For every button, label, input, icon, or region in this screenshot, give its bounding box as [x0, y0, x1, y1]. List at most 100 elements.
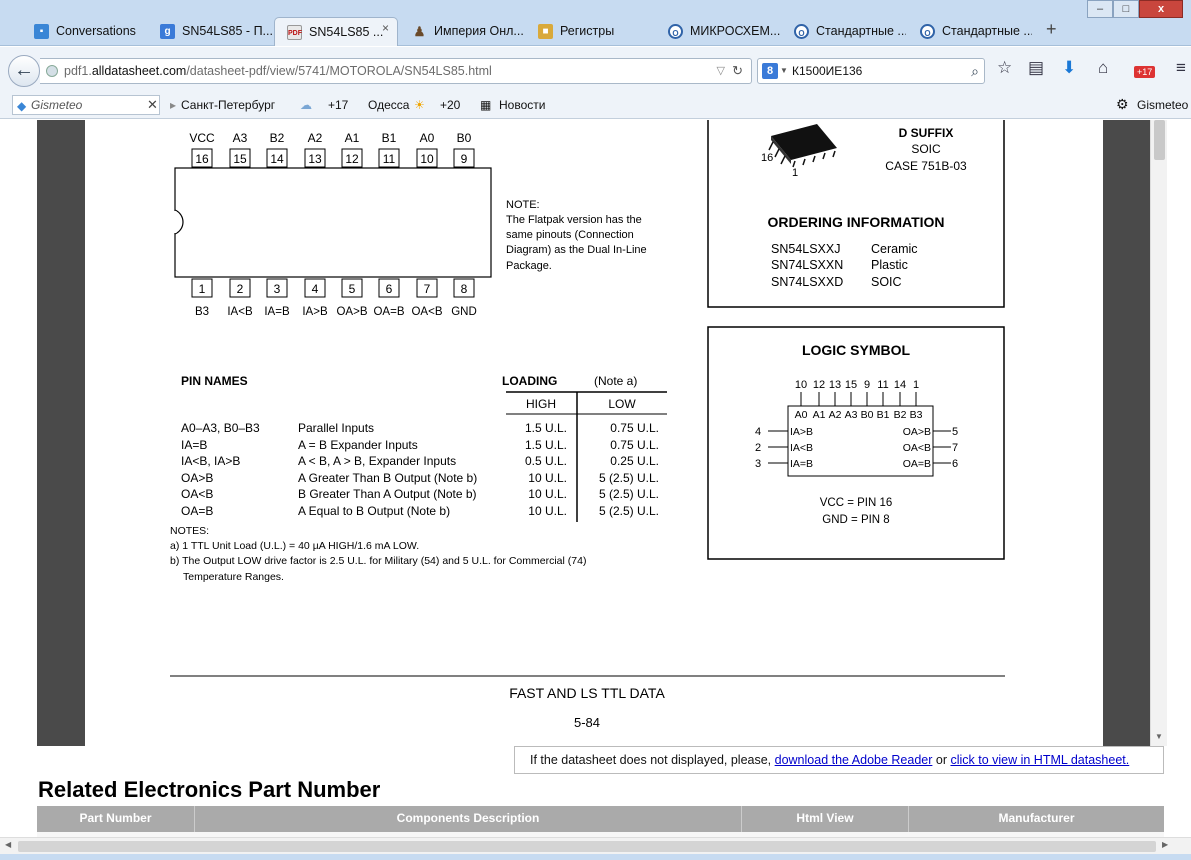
tab-conversations[interactable]: ▪ Conversations — [22, 17, 146, 46]
search-value: К1500ИЕ136 — [792, 64, 863, 78]
svg-text:IA>B: IA>B — [790, 426, 813, 438]
tab-sn54ls85-google[interactable]: g SN54LS85 - П... — [148, 17, 272, 46]
figure-icon: ♟ — [413, 24, 426, 39]
pdf-viewer[interactable]: 16 15 14 13 12 11 10 9 VCC A3 B2 A2 A1 B… — [37, 120, 1167, 746]
horizontal-scrollbar[interactable]: ◀ ▶ — [0, 837, 1191, 854]
svg-text:A2: A2 — [829, 409, 842, 421]
tab-registry[interactable]: ■ Регистры — [526, 17, 650, 46]
svg-text:B3: B3 — [910, 409, 923, 421]
tab-label: Регистры — [560, 24, 615, 38]
pin-label: OA>B — [336, 306, 367, 318]
tab-label: Стандартные ... — [942, 24, 1032, 38]
bookmark-gismeteo[interactable]: Gismeteo — [1137, 98, 1188, 112]
pin-label: OA<B — [411, 306, 442, 318]
ordering-title: ORDERING INFORMATION — [767, 214, 944, 230]
url-prefix: pdf1. — [64, 64, 92, 78]
chevron-down-icon[interactable]: ▼ — [780, 59, 788, 83]
scroll-thumb[interactable] — [18, 841, 1156, 852]
menu-icon[interactable]: ≡ — [1176, 58, 1186, 78]
pin-number: 9 — [461, 152, 468, 166]
bookmark-odessa-temp[interactable]: +20 — [440, 98, 460, 112]
back-button[interactable]: ← — [8, 55, 40, 87]
tab-label: Империя Онл... — [434, 24, 524, 38]
close-tab-icon[interactable]: × — [382, 21, 389, 35]
chevron-down-icon[interactable]: ▽ — [717, 59, 725, 83]
search-icon[interactable]: ⌕ — [971, 59, 979, 83]
notification-badge[interactable]: +17 — [1134, 66, 1156, 78]
pin-row-high: 10 U.L. — [528, 487, 567, 501]
tab-microchem[interactable]: O МИКРОСХЕМ... — [656, 17, 780, 46]
bookmark-news[interactable]: Новости — [499, 98, 545, 112]
pin-row-desc: B Greater Than A Output (Note b) — [298, 487, 477, 501]
scroll-left-icon[interactable]: ◀ — [5, 840, 11, 849]
search-engine-icon[interactable]: 8 — [762, 63, 778, 79]
window-controls: – □ x — [1087, 0, 1183, 20]
tab-standard-1[interactable]: O Стандартные ... — [782, 17, 906, 46]
pin-names-table: PIN NAMES LOADING (Note a) HIGH LOW A0–A… — [170, 374, 667, 583]
separator-icon: ▸ — [170, 98, 177, 112]
soic-package-icon — [768, 124, 837, 168]
ordering-part: SN54LSXXJ — [771, 242, 840, 256]
reload-icon[interactable]: ↻ — [732, 59, 743, 83]
bookmark-odessa[interactable]: Одесса — [368, 98, 409, 112]
pin-number: 16 — [195, 152, 209, 166]
note-b: b) The Output LOW drive factor is 2.5 U.… — [170, 555, 586, 567]
bookmark-spb[interactable]: Санкт-Петербург — [181, 98, 275, 112]
tab-standard-2[interactable]: O Стандартные ... — [908, 17, 1032, 46]
pin-row-high: 10 U.L. — [528, 471, 567, 485]
note-b-continued: Temperature Ranges. — [183, 571, 284, 583]
vertical-scrollbar[interactable]: ▼ — [1150, 120, 1167, 746]
viewer-help-text: If the datasheet does not displayed, ple… — [530, 753, 775, 767]
pin-row-low: 0.75 U.L. — [610, 421, 659, 435]
gear-icon[interactable]: ⚙ — [1116, 96, 1129, 113]
svg-text:7: 7 — [952, 442, 958, 454]
svg-text:Package.: Package. — [506, 260, 552, 272]
maximize-button[interactable]: □ — [1113, 0, 1139, 18]
svg-text:OA=B: OA=B — [903, 458, 931, 470]
scroll-thumb[interactable] — [1154, 120, 1165, 160]
svg-text:11: 11 — [877, 379, 888, 391]
new-tab-button[interactable]: + — [1046, 19, 1057, 40]
svg-text:Diagram) as the Dual In-Line: Diagram) as the Dual In-Line — [506, 244, 647, 256]
scroll-right-icon[interactable]: ▶ — [1162, 840, 1168, 849]
tab-sn54ls85-pdf[interactable]: PDF SN54LS85 ... — [274, 17, 398, 46]
pin-number: 6 — [386, 282, 393, 296]
pin-label: B2 — [270, 131, 285, 145]
pin-label: B0 — [457, 131, 472, 145]
scroll-down-icon[interactable]: ▼ — [1155, 732, 1163, 741]
bookmark-spb-temp[interactable]: +17 — [328, 98, 348, 112]
top-pin-labels: VCC A3 B2 A2 A1 B1 A0 B0 — [189, 131, 471, 145]
bookmarks-list-icon[interactable]: ▤ — [1028, 58, 1044, 78]
pin-row-high: 1.5 U.L. — [525, 438, 567, 452]
home-icon[interactable]: ⌂ — [1098, 58, 1108, 78]
pin-number: 2 — [237, 282, 244, 296]
logic-vcc-note: VCC = PIN 16 — [820, 497, 893, 509]
minimize-button[interactable]: – — [1087, 0, 1113, 18]
address-bar[interactable]: pdf1.alldatasheet.com/datasheet-pdf/view… — [40, 58, 752, 84]
tab-label: SN54LS85 ... — [309, 25, 384, 39]
close-icon[interactable]: ✕ — [147, 97, 158, 113]
svg-text:1: 1 — [913, 379, 919, 391]
close-window-button[interactable]: x — [1139, 0, 1183, 18]
search-input[interactable]: 8 ▼ К1500ИЕ136 ⌕ — [757, 58, 985, 84]
svg-text:B1: B1 — [877, 409, 890, 421]
svg-text:10: 10 — [795, 379, 807, 391]
pin-row-high: 0.5 U.L. — [525, 454, 567, 468]
svg-text:A0: A0 — [795, 409, 808, 421]
pin-number: 3 — [274, 282, 281, 296]
pin-row-low: 0.25 U.L. — [610, 454, 659, 468]
package-pin16-label: 16 — [761, 152, 773, 164]
download-adobe-link[interactable]: download the Adobe Reader — [775, 753, 933, 767]
svg-text:A1: A1 — [813, 409, 826, 421]
html-datasheet-link[interactable]: click to view in HTML datasheet. — [950, 753, 1129, 767]
pin-label: OA=B — [373, 306, 404, 318]
tab-imperia[interactable]: ♟ Империя Онл... — [400, 17, 524, 46]
svg-text:The Flatpak version has the: The Flatpak version has the — [506, 214, 642, 226]
download-icon[interactable]: ⬇ — [1062, 58, 1076, 78]
opera-icon: O — [920, 24, 935, 39]
svg-text:9: 9 — [864, 379, 870, 391]
gismeteo-widget[interactable]: ◆ Gismeteo — [12, 95, 160, 115]
pin-row-desc: A < B, A > B, Expander Inputs — [298, 454, 456, 468]
bookmark-star-icon[interactable]: ☆ — [997, 58, 1012, 78]
package-icon: ■ — [538, 24, 553, 39]
